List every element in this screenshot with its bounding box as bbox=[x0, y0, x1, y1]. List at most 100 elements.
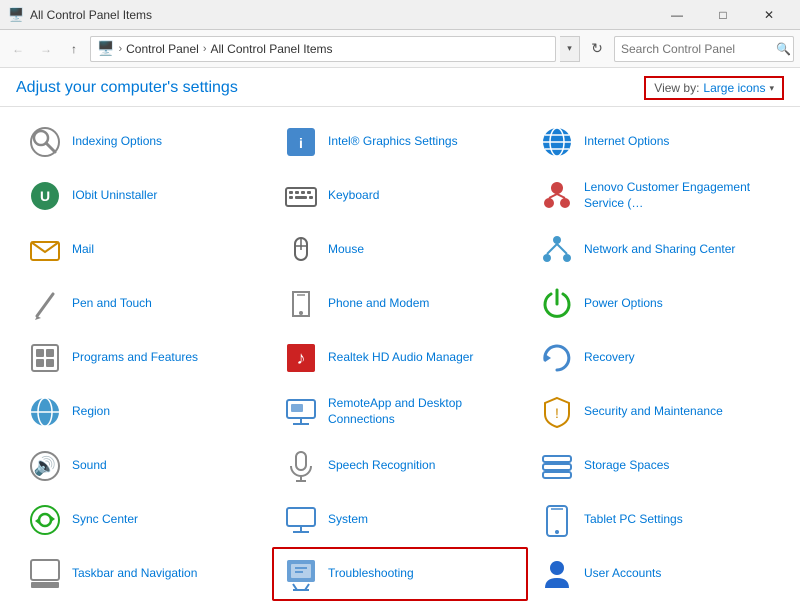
item-label: Sound bbox=[72, 458, 107, 474]
control-item[interactable]: Indexing Options bbox=[16, 115, 272, 169]
item-label: Realtek HD Audio Manager bbox=[328, 350, 473, 366]
refresh-button[interactable]: ↻ bbox=[584, 36, 610, 62]
control-item[interactable]: Windows Defender Firewall bbox=[16, 601, 272, 608]
item-icon bbox=[538, 501, 576, 539]
control-item[interactable]: iIntel® Graphics Settings bbox=[272, 115, 528, 169]
control-item[interactable]: UIObit Uninstaller bbox=[16, 169, 272, 223]
titlebar: 🖥️ All Control Panel Items — □ ✕ bbox=[0, 0, 800, 30]
up-button[interactable]: ↑ bbox=[62, 37, 86, 61]
control-item[interactable]: Pen and Touch bbox=[16, 277, 272, 331]
item-icon bbox=[538, 123, 576, 161]
item-label: Indexing Options bbox=[72, 134, 162, 150]
item-icon bbox=[26, 285, 64, 323]
close-button[interactable]: ✕ bbox=[746, 0, 792, 30]
maximize-button[interactable]: □ bbox=[700, 0, 746, 30]
items-area[interactable]: Indexing Options iIntel® Graphics Setting… bbox=[0, 107, 800, 608]
item-icon bbox=[538, 285, 576, 323]
address-path[interactable]: 🖥️ › Control Panel › All Control Panel I… bbox=[90, 36, 556, 62]
item-label: Speech Recognition bbox=[328, 458, 435, 474]
item-icon: ♪ bbox=[282, 339, 320, 377]
path-all-items: All Control Panel Items bbox=[211, 42, 333, 56]
control-item[interactable]: Network and Sharing Center bbox=[528, 223, 784, 277]
view-by-selector[interactable]: View by: Large icons ▾ bbox=[644, 76, 784, 100]
control-item[interactable]: ♪ Realtek HD Audio Manager bbox=[272, 331, 528, 385]
forward-button[interactable]: → bbox=[34, 37, 58, 61]
control-item[interactable]: Speech Recognition bbox=[272, 439, 528, 493]
separator-1: › bbox=[118, 43, 122, 55]
item-label: Mail bbox=[72, 242, 94, 258]
control-item[interactable]: Internet Options bbox=[528, 115, 784, 169]
control-item[interactable]: Sync Center bbox=[16, 493, 272, 547]
item-icon: i bbox=[282, 123, 320, 161]
control-item[interactable]: Mail bbox=[16, 223, 272, 277]
item-icon bbox=[538, 231, 576, 269]
svg-text:🔊: 🔊 bbox=[34, 455, 56, 477]
item-label: Recovery bbox=[584, 350, 635, 366]
view-by-arrow-icon: ▾ bbox=[769, 83, 774, 94]
item-label: Security and Maintenance bbox=[584, 404, 723, 420]
path-control-panel: Control Panel bbox=[126, 42, 199, 56]
item-label: System bbox=[328, 512, 368, 528]
view-by-value: Large icons bbox=[703, 81, 765, 95]
item-icon bbox=[282, 231, 320, 269]
item-label: Troubleshooting bbox=[328, 566, 414, 582]
control-item[interactable]: Work Folders bbox=[528, 601, 784, 608]
item-label: Network and Sharing Center bbox=[584, 242, 735, 258]
control-item[interactable]: 🔊 Sound bbox=[16, 439, 272, 493]
control-item[interactable]: Power Options bbox=[528, 277, 784, 331]
minimize-button[interactable]: — bbox=[654, 0, 700, 30]
back-button[interactable]: ← bbox=[6, 37, 30, 61]
item-label: Programs and Features bbox=[72, 350, 198, 366]
control-item[interactable]: ! Security and Maintenance bbox=[528, 385, 784, 439]
item-label: Storage Spaces bbox=[584, 458, 669, 474]
control-item[interactable]: Lenovo Customer Engagement Service (… bbox=[528, 169, 784, 223]
main-content: Adjust your computer's settings View by:… bbox=[0, 68, 800, 608]
item-label: Power Options bbox=[584, 296, 663, 312]
item-icon bbox=[538, 339, 576, 377]
item-label: Sync Center bbox=[72, 512, 138, 528]
control-item[interactable]: Keyboard bbox=[272, 169, 528, 223]
separator-2: › bbox=[203, 43, 207, 55]
addressbar: ← → ↑ 🖥️ › Control Panel › All Control P… bbox=[0, 30, 800, 68]
item-label: Region bbox=[72, 404, 110, 420]
control-item[interactable]: Windows Mobility Center bbox=[272, 601, 528, 608]
item-label: Mouse bbox=[328, 242, 364, 258]
path-icon: 🖥️ bbox=[97, 40, 114, 57]
control-item[interactable]: Mouse bbox=[272, 223, 528, 277]
item-icon: ! bbox=[538, 393, 576, 431]
titlebar-controls: — □ ✕ bbox=[654, 0, 792, 30]
search-icon: 🔍 bbox=[776, 42, 791, 56]
control-item[interactable]: User Accounts bbox=[528, 547, 784, 601]
item-icon bbox=[26, 231, 64, 269]
item-icon bbox=[282, 285, 320, 323]
search-input[interactable] bbox=[621, 42, 776, 56]
item-icon bbox=[538, 447, 576, 485]
item-icon bbox=[538, 555, 576, 593]
item-label: Pen and Touch bbox=[72, 296, 152, 312]
item-label: IObit Uninstaller bbox=[72, 188, 157, 204]
control-item[interactable]: Storage Spaces bbox=[528, 439, 784, 493]
control-item[interactable]: RemoteApp and Desktop Connections bbox=[272, 385, 528, 439]
control-item[interactable]: Tablet PC Settings bbox=[528, 493, 784, 547]
item-label: Tablet PC Settings bbox=[584, 512, 683, 528]
item-icon bbox=[26, 339, 64, 377]
control-item[interactable]: Programs and Features bbox=[16, 331, 272, 385]
control-item[interactable]: System bbox=[272, 493, 528, 547]
item-label: Internet Options bbox=[584, 134, 669, 150]
control-item[interactable]: Region bbox=[16, 385, 272, 439]
control-item[interactable]: Phone and Modem bbox=[272, 277, 528, 331]
item-icon bbox=[26, 555, 64, 593]
control-item[interactable]: Taskbar and Navigation bbox=[16, 547, 272, 601]
search-box[interactable]: 🔍 bbox=[614, 36, 794, 62]
item-icon bbox=[538, 177, 576, 215]
view-by-label: View by: bbox=[654, 81, 699, 95]
address-dropdown[interactable]: ▾ bbox=[560, 36, 580, 62]
svg-text:i: i bbox=[299, 135, 303, 151]
control-item[interactable]: Troubleshooting bbox=[272, 547, 528, 601]
toolbar-title: Adjust your computer's settings bbox=[16, 79, 238, 97]
item-icon: 🔊 bbox=[26, 447, 64, 485]
item-icon bbox=[26, 393, 64, 431]
control-item[interactable]: Recovery bbox=[528, 331, 784, 385]
item-icon bbox=[282, 393, 320, 431]
item-label: Keyboard bbox=[328, 188, 379, 204]
